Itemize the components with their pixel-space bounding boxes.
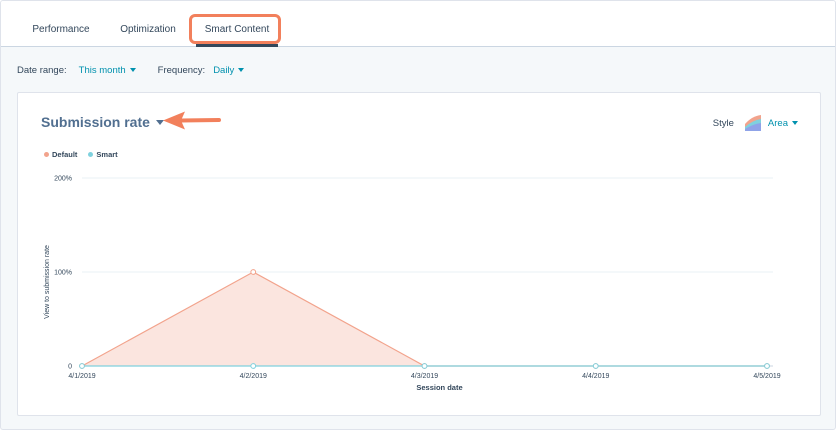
x-tick-label: 4/4/2019 <box>582 373 609 380</box>
chevron-down-icon <box>129 68 136 72</box>
arrow-annotation <box>163 111 221 130</box>
data-point-smart <box>764 363 770 369</box>
tab-optimization[interactable]: Optimization <box>108 1 188 46</box>
date-range-dropdown[interactable]: This month <box>79 65 136 76</box>
filter-bar: Date range: This month Frequency: Daily <box>17 63 245 77</box>
frequency-label: Frequency: <box>157 64 206 76</box>
y-tick-label: 100% <box>54 270 72 277</box>
x-tick-label: 4/3/2019 <box>411 373 438 380</box>
report-card: Submission rate Style Area Default Smart… <box>17 92 821 416</box>
x-axis-title: Session date <box>416 383 462 392</box>
x-tick-label: 4/5/2019 <box>753 373 780 380</box>
tab-smart-content[interactable]: Smart Content <box>196 1 278 47</box>
date-range-label: Date range: <box>17 64 67 76</box>
data-point-smart <box>79 363 85 369</box>
app-frame: Performance Optimization Smart Content D… <box>0 0 836 430</box>
x-tick-label: 4/1/2019 <box>68 373 95 380</box>
data-point-default <box>250 269 257 275</box>
x-tick-label: 4/2/2019 <box>240 373 267 380</box>
frequency-value: Daily <box>213 64 235 76</box>
data-point-smart <box>421 363 428 369</box>
series-area-default <box>82 272 767 366</box>
chevron-down-icon <box>238 68 245 72</box>
y-tick-label: 200% <box>54 176 72 183</box>
date-range-value: This month <box>78 64 126 76</box>
area-chart: 0 100% 200% 4/1/2019 4/2/2019 4/3/2019 4/4/201… <box>44 176 781 393</box>
frequency-dropdown[interactable]: Daily <box>213 64 245 76</box>
data-point-smart <box>592 363 599 369</box>
y-tick-label: 0 <box>68 364 72 371</box>
y-axis-title: View to submission rate <box>44 245 51 319</box>
tab-performance[interactable]: Performance <box>21 1 101 46</box>
tab-bar: Performance Optimization Smart Content <box>1 1 835 47</box>
data-point-smart <box>250 363 257 369</box>
